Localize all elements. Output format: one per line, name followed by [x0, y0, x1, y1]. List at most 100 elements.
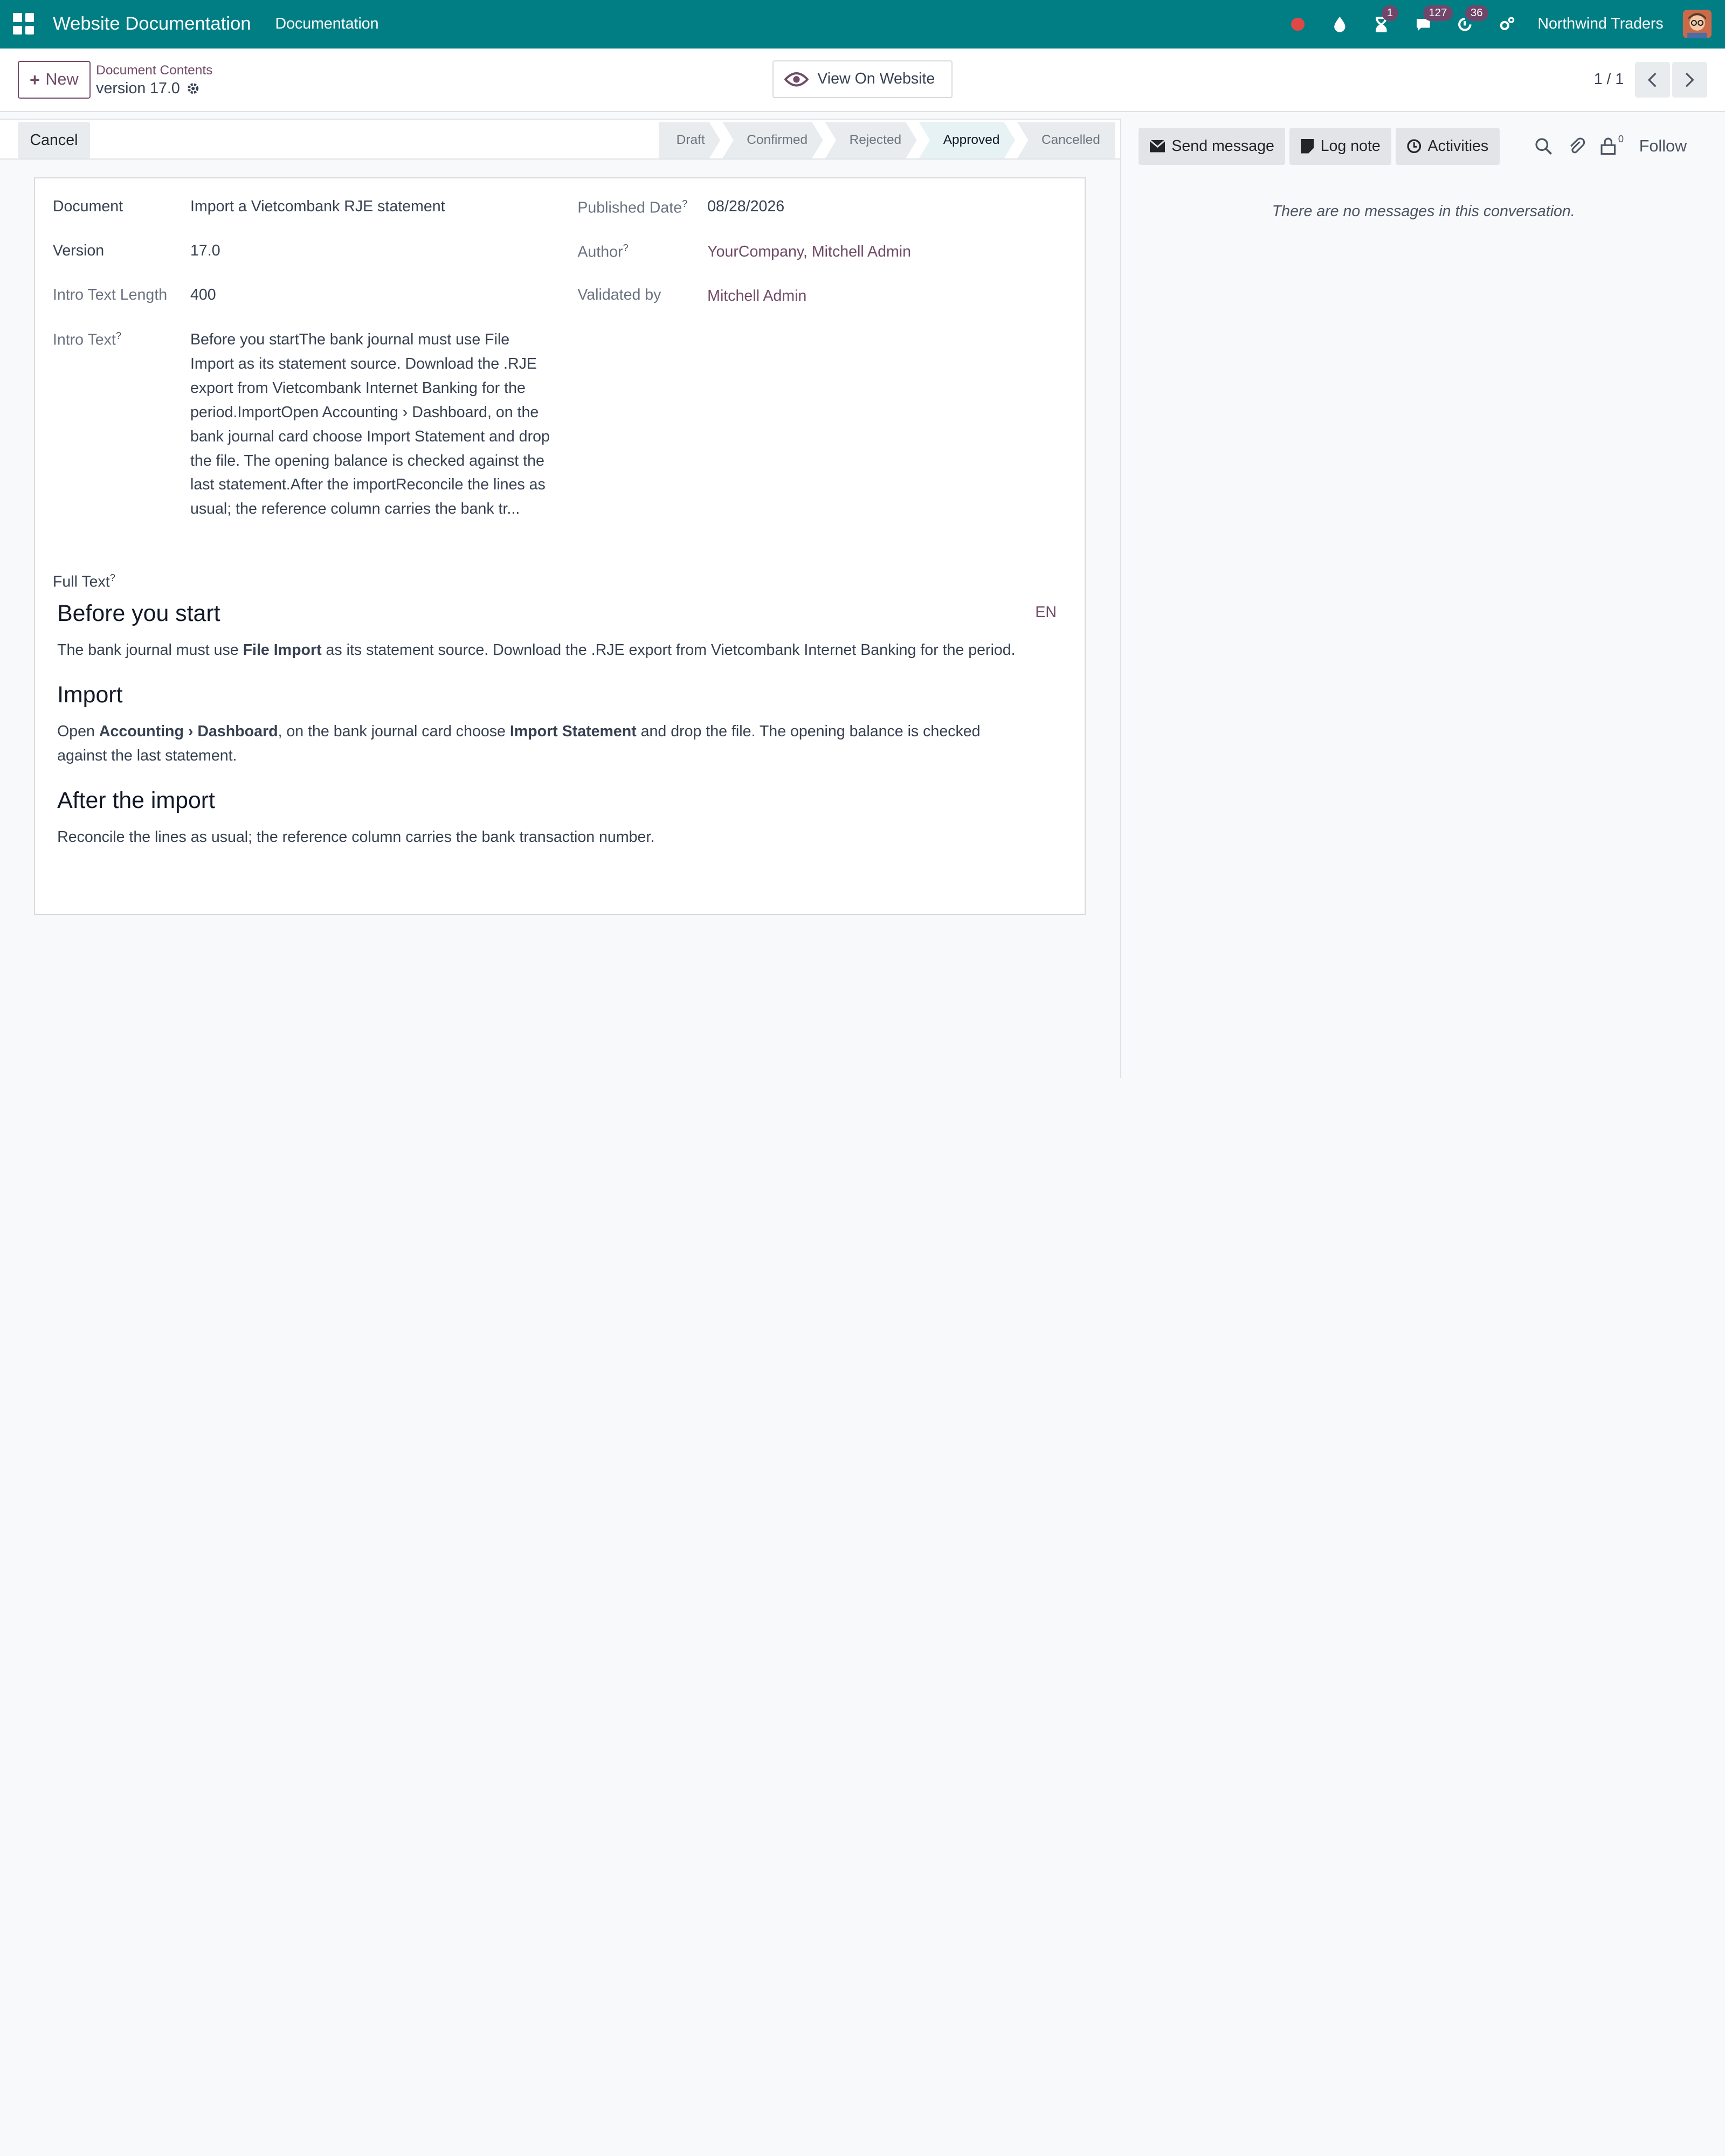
- timer-badge: 36: [1465, 5, 1488, 21]
- version-value[interactable]: 17.0: [190, 242, 220, 260]
- pager-value[interactable]: 1 / 1: [1594, 71, 1624, 88]
- validated-by-value[interactable]: Mitchell Admin: [707, 287, 806, 305]
- text-run: The bank journal must use: [57, 641, 243, 659]
- systray: 1 127 36 Northwind Traders: [1287, 5, 1712, 39]
- stage-cancelled[interactable]: Cancelled: [1017, 122, 1116, 158]
- text-run: , on the bank journal card choose: [278, 722, 510, 740]
- breadcrumb-current-label: version 17.0: [96, 79, 180, 97]
- section-paragraph: Reconcile the lines as usual; the refere…: [57, 828, 655, 846]
- lock-icon: [1600, 137, 1616, 155]
- note-icon: [1300, 139, 1314, 154]
- plus-icon: +: [30, 69, 40, 89]
- author-value[interactable]: YourCompany, Mitchell Admin: [707, 243, 911, 261]
- version-label: Version: [52, 241, 105, 259]
- intro-text-label: Intro Text?: [53, 330, 121, 349]
- section-heading: After the import: [57, 787, 215, 814]
- view-on-website-button[interactable]: View On Website: [772, 60, 953, 98]
- full-text-label-text: Full Text: [52, 573, 110, 591]
- follower-count: 0: [1618, 133, 1624, 144]
- stage-rejected[interactable]: Rejected: [825, 122, 917, 158]
- menu-documentation[interactable]: Documentation: [275, 15, 378, 33]
- view-on-website-label: View On Website: [817, 70, 935, 88]
- activities-label: Activities: [1427, 137, 1489, 155]
- help-icon[interactable]: ?: [623, 242, 629, 253]
- intro-text-value[interactable]: Before you startThe bank journal must us…: [190, 328, 553, 521]
- eye-icon: [784, 72, 809, 87]
- bold-run: File Import: [243, 641, 322, 659]
- breadcrumb-current: version 17.0: [96, 80, 212, 98]
- breadcrumb-parent[interactable]: Document Contents: [96, 62, 212, 80]
- help-icon[interactable]: ?: [110, 572, 115, 583]
- timer-icon[interactable]: 36: [1454, 5, 1488, 35]
- language-button[interactable]: EN: [1035, 604, 1057, 621]
- search-icon[interactable]: [1535, 137, 1552, 155]
- intro-length-label: Intro Text Length: [52, 286, 168, 303]
- document-value[interactable]: Import a Vietcombank RJE statement: [190, 198, 445, 216]
- pager-previous-button[interactable]: [1634, 62, 1670, 98]
- section-heading: Before you start: [57, 600, 220, 627]
- new-button-label: New: [45, 70, 79, 89]
- published-date-label: Published Date?: [577, 198, 687, 217]
- published-date-value[interactable]: 08/28/2026: [707, 198, 784, 216]
- followers-button[interactable]: 0: [1600, 133, 1624, 155]
- record-actions-gear-icon[interactable]: [187, 82, 199, 95]
- text-run: as its statement source. Download the .R…: [321, 641, 1016, 659]
- activity-badge: 1: [1381, 5, 1399, 21]
- stage-pipeline: Draft Confirmed Rejected Approved Cancel…: [659, 122, 1117, 158]
- recording-icon[interactable]: [1287, 13, 1309, 35]
- chevron-left-icon: [1647, 72, 1657, 87]
- bold-run: Import Statement: [509, 722, 637, 740]
- new-button[interactable]: + New: [17, 61, 91, 99]
- empty-conversation-message: There are no messages in this conversati…: [1272, 202, 1575, 220]
- apps-menu-icon[interactable]: [13, 13, 35, 35]
- section-heading: Import: [57, 682, 123, 708]
- chatter-actions: Send message Log note Activities: [1138, 127, 1500, 165]
- validated-by-label: Validated by: [577, 286, 661, 303]
- control-panel: + New Document Contents version 17.0 Vie…: [0, 48, 1725, 113]
- full-text-editor[interactable]: Before you start The bank journal must u…: [57, 600, 1025, 869]
- stage-draft[interactable]: Draft: [659, 122, 720, 158]
- chatter-tools: 0 Follow: [1535, 128, 1687, 165]
- pager-next-button[interactable]: [1672, 62, 1708, 98]
- text-run: Open: [57, 722, 99, 740]
- chevron-right-icon: [1686, 72, 1695, 87]
- envelope-icon: [1149, 140, 1165, 153]
- breadcrumb: Document Contents version 17.0: [96, 62, 212, 97]
- follow-button[interactable]: Follow: [1639, 137, 1687, 156]
- help-icon[interactable]: ?: [116, 330, 121, 341]
- app-title[interactable]: Website Documentation: [53, 13, 251, 34]
- section-paragraph: Open Accounting › Dashboard, on the bank…: [57, 720, 1025, 768]
- clock-icon: [1407, 139, 1421, 154]
- messages-icon[interactable]: 127: [1412, 5, 1453, 35]
- app-root: Website Documentation Documentation 1 12…: [0, 0, 1725, 1078]
- pager: 1 / 1: [1594, 62, 1708, 98]
- log-note-button[interactable]: Log note: [1289, 127, 1392, 165]
- messages-badge: 127: [1423, 5, 1453, 21]
- send-message-button[interactable]: Send message: [1138, 127, 1286, 165]
- top-navbar: Website Documentation Documentation 1 12…: [0, 0, 1725, 49]
- status-bar: Cancel Draft Confirmed Rejected Approved…: [0, 119, 1120, 160]
- cancel-button[interactable]: Cancel: [17, 122, 91, 158]
- send-message-label: Send message: [1171, 137, 1274, 155]
- paperclip-icon[interactable]: [1568, 137, 1585, 155]
- activity-hourglass-icon[interactable]: 1: [1370, 5, 1399, 35]
- help-icon[interactable]: ?: [682, 198, 687, 209]
- intro-text-label-text: Intro Text: [52, 331, 116, 349]
- user-avatar[interactable]: [1683, 10, 1712, 39]
- activities-button[interactable]: Activities: [1396, 127, 1500, 165]
- bold-run: Accounting › Dashboard: [99, 722, 278, 740]
- section-paragraph: The bank journal must use File Import as…: [57, 638, 1025, 662]
- full-text-label: Full Text?: [53, 572, 115, 591]
- stage-confirmed[interactable]: Confirmed: [722, 122, 823, 158]
- author-label-text: Author: [577, 243, 623, 261]
- settings-icon[interactable]: [1496, 13, 1518, 35]
- company-switcher[interactable]: Northwind Traders: [1537, 15, 1663, 33]
- author-label: Author?: [577, 242, 628, 261]
- drop-icon[interactable]: [1329, 13, 1351, 35]
- chatter-panel: Send message Log note Activities 0 Follo…: [1120, 119, 1725, 1078]
- log-note-label: Log note: [1320, 137, 1381, 155]
- stage-approved[interactable]: Approved: [919, 122, 1015, 158]
- intro-length-value[interactable]: 400: [190, 286, 216, 304]
- document-label: Document: [52, 198, 123, 216]
- form-sheet: Document Import a Vietcombank RJE statem…: [34, 177, 1086, 915]
